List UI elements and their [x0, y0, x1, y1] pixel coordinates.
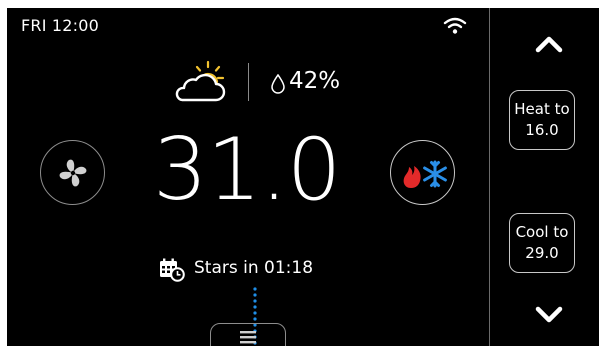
heat-cool-mode-icon	[403, 160, 447, 188]
schedule-status: Stars in 01:18	[194, 258, 314, 278]
thermostat-screen: FRI 12:00 42% 31.0 Stars in 01:18 Heat t…	[7, 8, 599, 346]
fan-button[interactable]	[40, 140, 105, 205]
partly-cloudy-icon	[175, 60, 226, 102]
day-time-label: FRI 12:00	[21, 16, 100, 35]
droplet-icon	[271, 74, 285, 94]
chevron-up-icon[interactable]	[534, 34, 564, 54]
calendar-clock-icon	[160, 258, 185, 282]
cool-setpoint-value: 29.0	[525, 244, 559, 262]
current-temperature: 31.0	[153, 120, 341, 220]
cool-setpoint-button[interactable]: Cool to 29.0	[509, 213, 575, 273]
heat-setpoint-label: Heat to	[514, 100, 570, 118]
sidebar-divider	[489, 8, 490, 346]
chevron-down-icon[interactable]	[534, 305, 564, 325]
fan-icon	[59, 159, 87, 187]
weather-separator	[248, 63, 249, 101]
menu-lines-icon	[240, 331, 256, 344]
heat-setpoint-button[interactable]: Heat to 16.0	[509, 90, 575, 150]
humidity-value: 42%	[289, 68, 341, 94]
heat-setpoint-value: 16.0	[525, 121, 559, 139]
cool-setpoint-label: Cool to	[515, 223, 569, 241]
mode-button[interactable]	[390, 140, 455, 205]
wifi-icon	[443, 17, 467, 34]
